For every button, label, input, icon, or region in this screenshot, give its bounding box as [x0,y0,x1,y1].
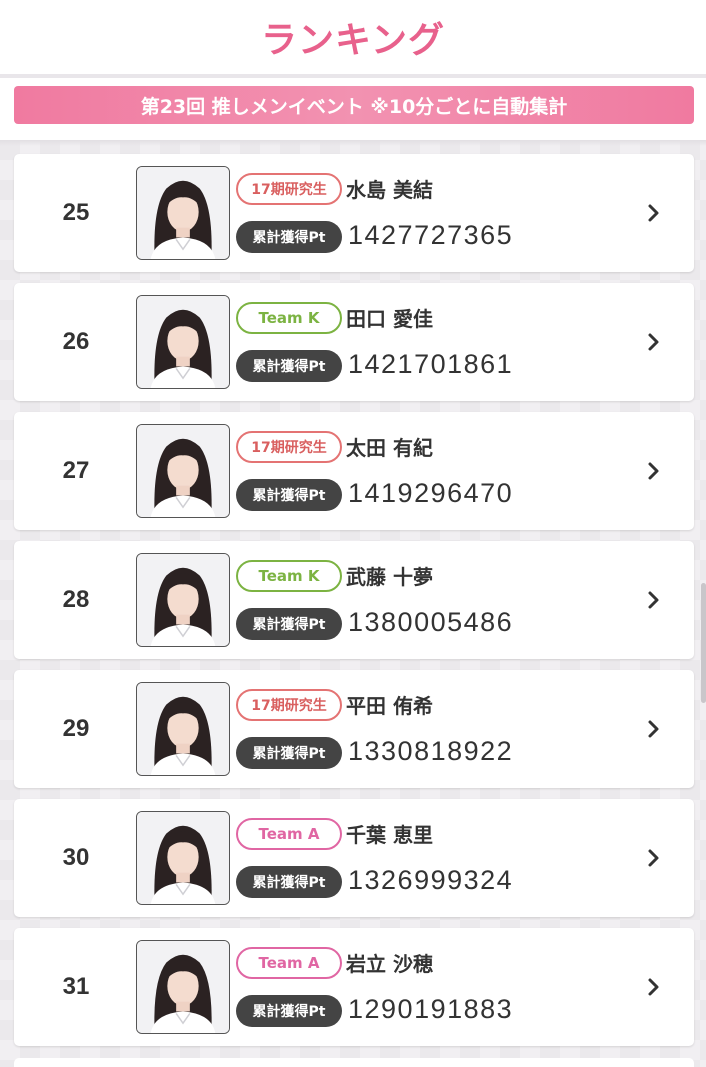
member-photo-icon [137,296,229,388]
points-value: 1290191883 [348,994,514,1024]
points-label-badge: 累計獲得Pt [236,737,342,769]
member-name: 太田 有紀 [346,436,433,460]
points-value: 1419296470 [348,478,514,508]
points-value: 1421701861 [348,349,514,379]
chevron-right-icon[interactable] [642,975,666,999]
points-label-badge: 累計獲得Pt [236,995,342,1027]
member-name: 平田 侑希 [346,694,433,718]
points-label-badge: 累計獲得Pt [236,608,342,640]
points-label-badge: 累計獲得Pt [236,221,342,253]
member-photo[interactable] [136,553,230,647]
chevron-right-icon[interactable] [642,201,666,225]
scrollbar[interactable] [701,583,706,703]
member-photo-icon [137,167,229,259]
points-value: 1326999324 [348,865,514,895]
member-name: 水島 美結 [346,178,433,202]
team-badge: Team K [236,302,342,334]
ranking-card[interactable]: 25 17期研究生 水島 美結 累計獲得Pt 1427727365 [14,154,694,272]
team-badge: Team A [236,818,342,850]
points-value: 1330818922 [348,736,514,766]
rank-number: 30 [62,844,90,871]
member-name: 武藤 十夢 [346,565,433,589]
chevron-right-icon[interactable] [642,717,666,741]
ranking-card[interactable]: 30 Team A 千葉 恵里 累計獲得Pt 1326999324 [14,799,694,917]
team-badge: 17期研究生 [236,173,342,205]
member-photo-icon [137,812,229,904]
team-badge: 17期研究生 [236,689,342,721]
divider-shadow [0,140,706,146]
ranking-card[interactable]: 31 Team A 岩立 沙穂 累計獲得Pt 1290191883 [14,928,694,1046]
member-photo[interactable] [136,424,230,518]
team-badge: Team A [236,947,342,979]
app-header: ランキング [0,0,706,74]
points-label-badge: 累計獲得Pt [236,350,342,382]
rank-number: 31 [62,973,90,1000]
rank-number: 26 [62,328,90,355]
member-photo[interactable] [136,295,230,389]
team-badge: Team K [236,560,342,592]
member-name: 田口 愛佳 [346,307,433,331]
ranking-card[interactable]: 26 Team K 田口 愛佳 累計獲得Pt 1421701861 [14,283,694,401]
member-photo-icon [137,554,229,646]
chevron-right-icon[interactable] [642,588,666,612]
member-photo-icon [137,425,229,517]
member-name: 千葉 恵里 [346,823,433,847]
page-title: ランキング [261,20,445,61]
event-label: 第23回 推しメンイベント ※10分ごとに自動集計 [140,95,568,118]
rank-number: 25 [62,199,90,226]
rank-number: 28 [62,586,90,613]
chevron-right-icon[interactable] [642,459,666,483]
member-photo-icon [137,941,229,1033]
member-name: 岩立 沙穂 [346,952,433,976]
chevron-right-icon[interactable] [642,846,666,870]
ranking-card[interactable]: 28 Team K 武藤 十夢 累計獲得Pt 1380005486 [14,541,694,659]
points-value: 1380005486 [348,607,514,637]
member-photo[interactable] [136,940,230,1034]
points-value: 1427727365 [348,220,514,250]
team-badge: 17期研究生 [236,431,342,463]
member-photo-icon [137,683,229,775]
ranking-card[interactable]: 27 17期研究生 太田 有紀 累計獲得Pt 1419296470 [14,412,694,530]
chevron-right-icon[interactable] [642,330,666,354]
ranking-card-partial[interactable] [14,1058,694,1067]
member-photo[interactable] [136,682,230,776]
member-photo[interactable] [136,811,230,905]
points-label-badge: 累計獲得Pt [236,866,342,898]
ranking-card[interactable]: 29 17期研究生 平田 侑希 累計獲得Pt 1330818922 [14,670,694,788]
member-photo[interactable] [136,166,230,260]
points-label-badge: 累計獲得Pt [236,479,342,511]
event-banner: 第23回 推しメンイベント ※10分ごとに自動集計 [14,86,694,124]
rank-number: 29 [62,715,90,742]
rank-number: 27 [62,457,90,484]
